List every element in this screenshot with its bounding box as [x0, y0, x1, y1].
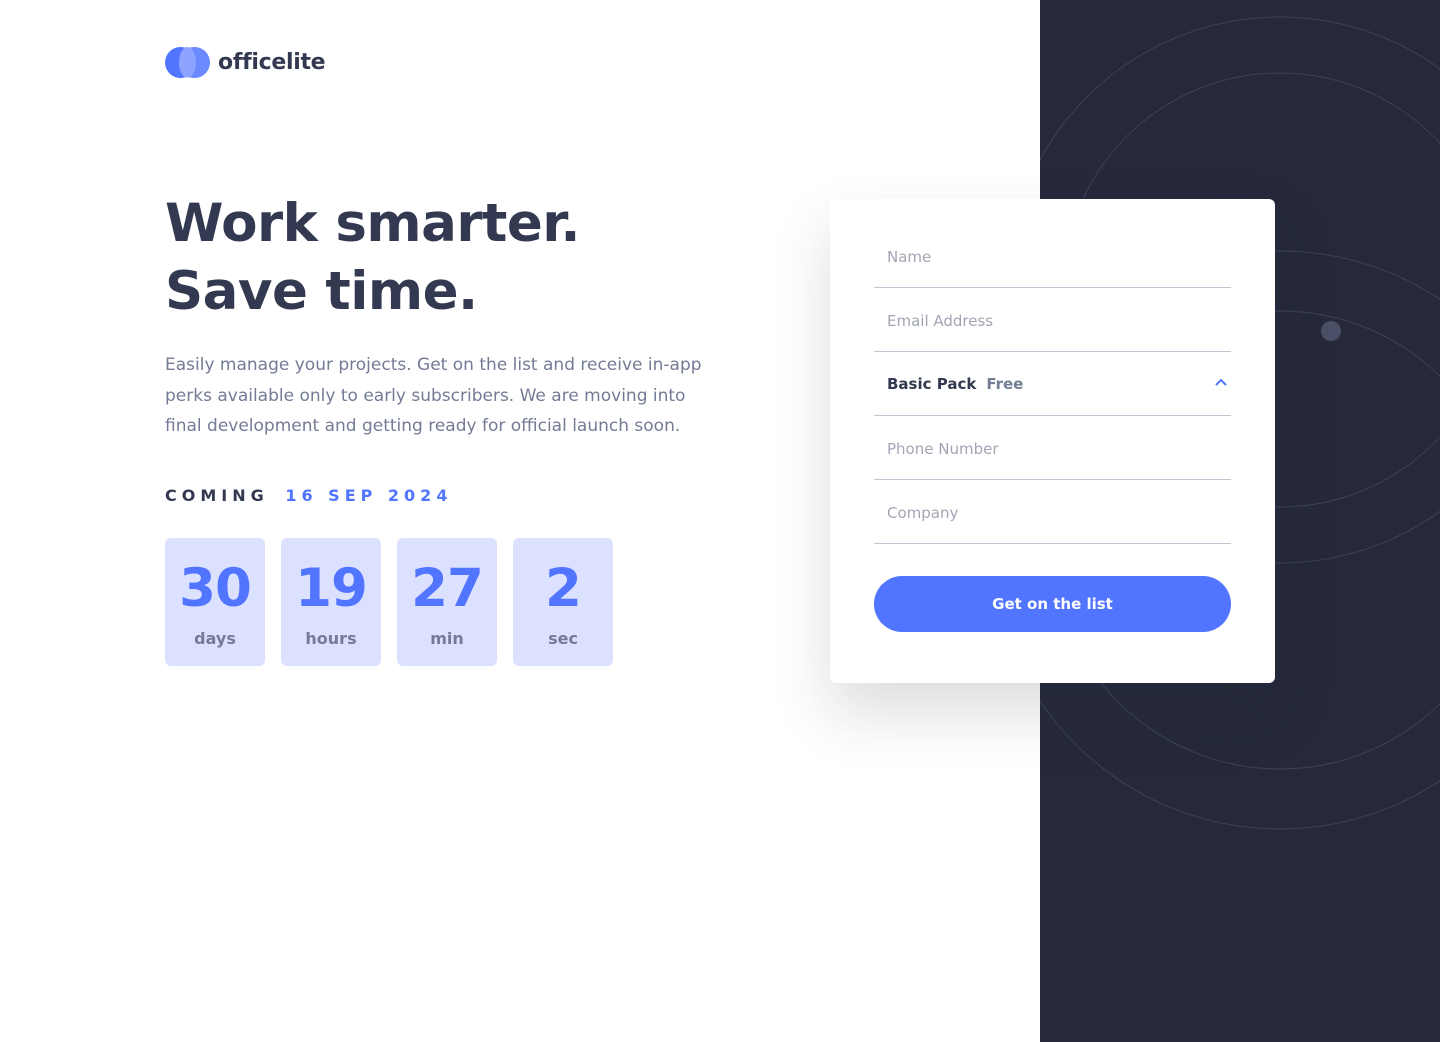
name-field[interactable] [874, 224, 1231, 287]
launch-date-value: 16 SEP 2024 [285, 486, 453, 505]
plan-select-price: Free [986, 374, 1024, 393]
company-field-wrapper [874, 480, 1231, 544]
coming-label: COMING [165, 486, 269, 505]
launch-date: COMING 16 SEP 2024 [165, 486, 452, 505]
countdown-unit: min [430, 629, 464, 648]
logo[interactable]: officelite [165, 46, 326, 78]
logo-icon [165, 46, 210, 78]
page-title: Work smarter. Save time. [165, 193, 581, 322]
countdown-minutes: 27 min [397, 538, 497, 666]
chevron-up-icon[interactable] [1215, 378, 1227, 386]
company-field[interactable] [874, 480, 1231, 543]
submit-button[interactable]: Get on the list [874, 576, 1231, 632]
countdown-unit: hours [305, 629, 357, 648]
plan-select-value: Basic Pack [887, 374, 977, 393]
brand-name: officelite [218, 49, 326, 75]
countdown-value: 27 [411, 558, 484, 619]
countdown: 30 days 19 hours 27 min 2 sec [165, 538, 613, 666]
intro-text: Easily manage your projects. Get on the … [165, 355, 702, 436]
countdown-hours: 19 hours [281, 538, 381, 666]
countdown-unit: sec [548, 629, 578, 648]
phone-field[interactable] [874, 416, 1231, 479]
phone-field-wrapper [874, 416, 1231, 480]
countdown-value: 19 [295, 558, 368, 619]
signup-form: Basic Pack Free Get on the list [830, 199, 1275, 683]
email-field-wrapper [874, 288, 1231, 352]
countdown-days: 30 days [165, 538, 265, 666]
page: officelite Work smarter. Save time. Easi… [0, 0, 1440, 1042]
email-field[interactable] [874, 288, 1231, 351]
plan-select[interactable]: Basic Pack Free [874, 352, 1231, 416]
countdown-unit: days [194, 629, 236, 648]
countdown-value: 2 [545, 558, 582, 619]
countdown-value: 30 [179, 558, 252, 619]
countdown-seconds: 2 sec [513, 538, 613, 666]
name-field-wrapper [874, 224, 1231, 288]
